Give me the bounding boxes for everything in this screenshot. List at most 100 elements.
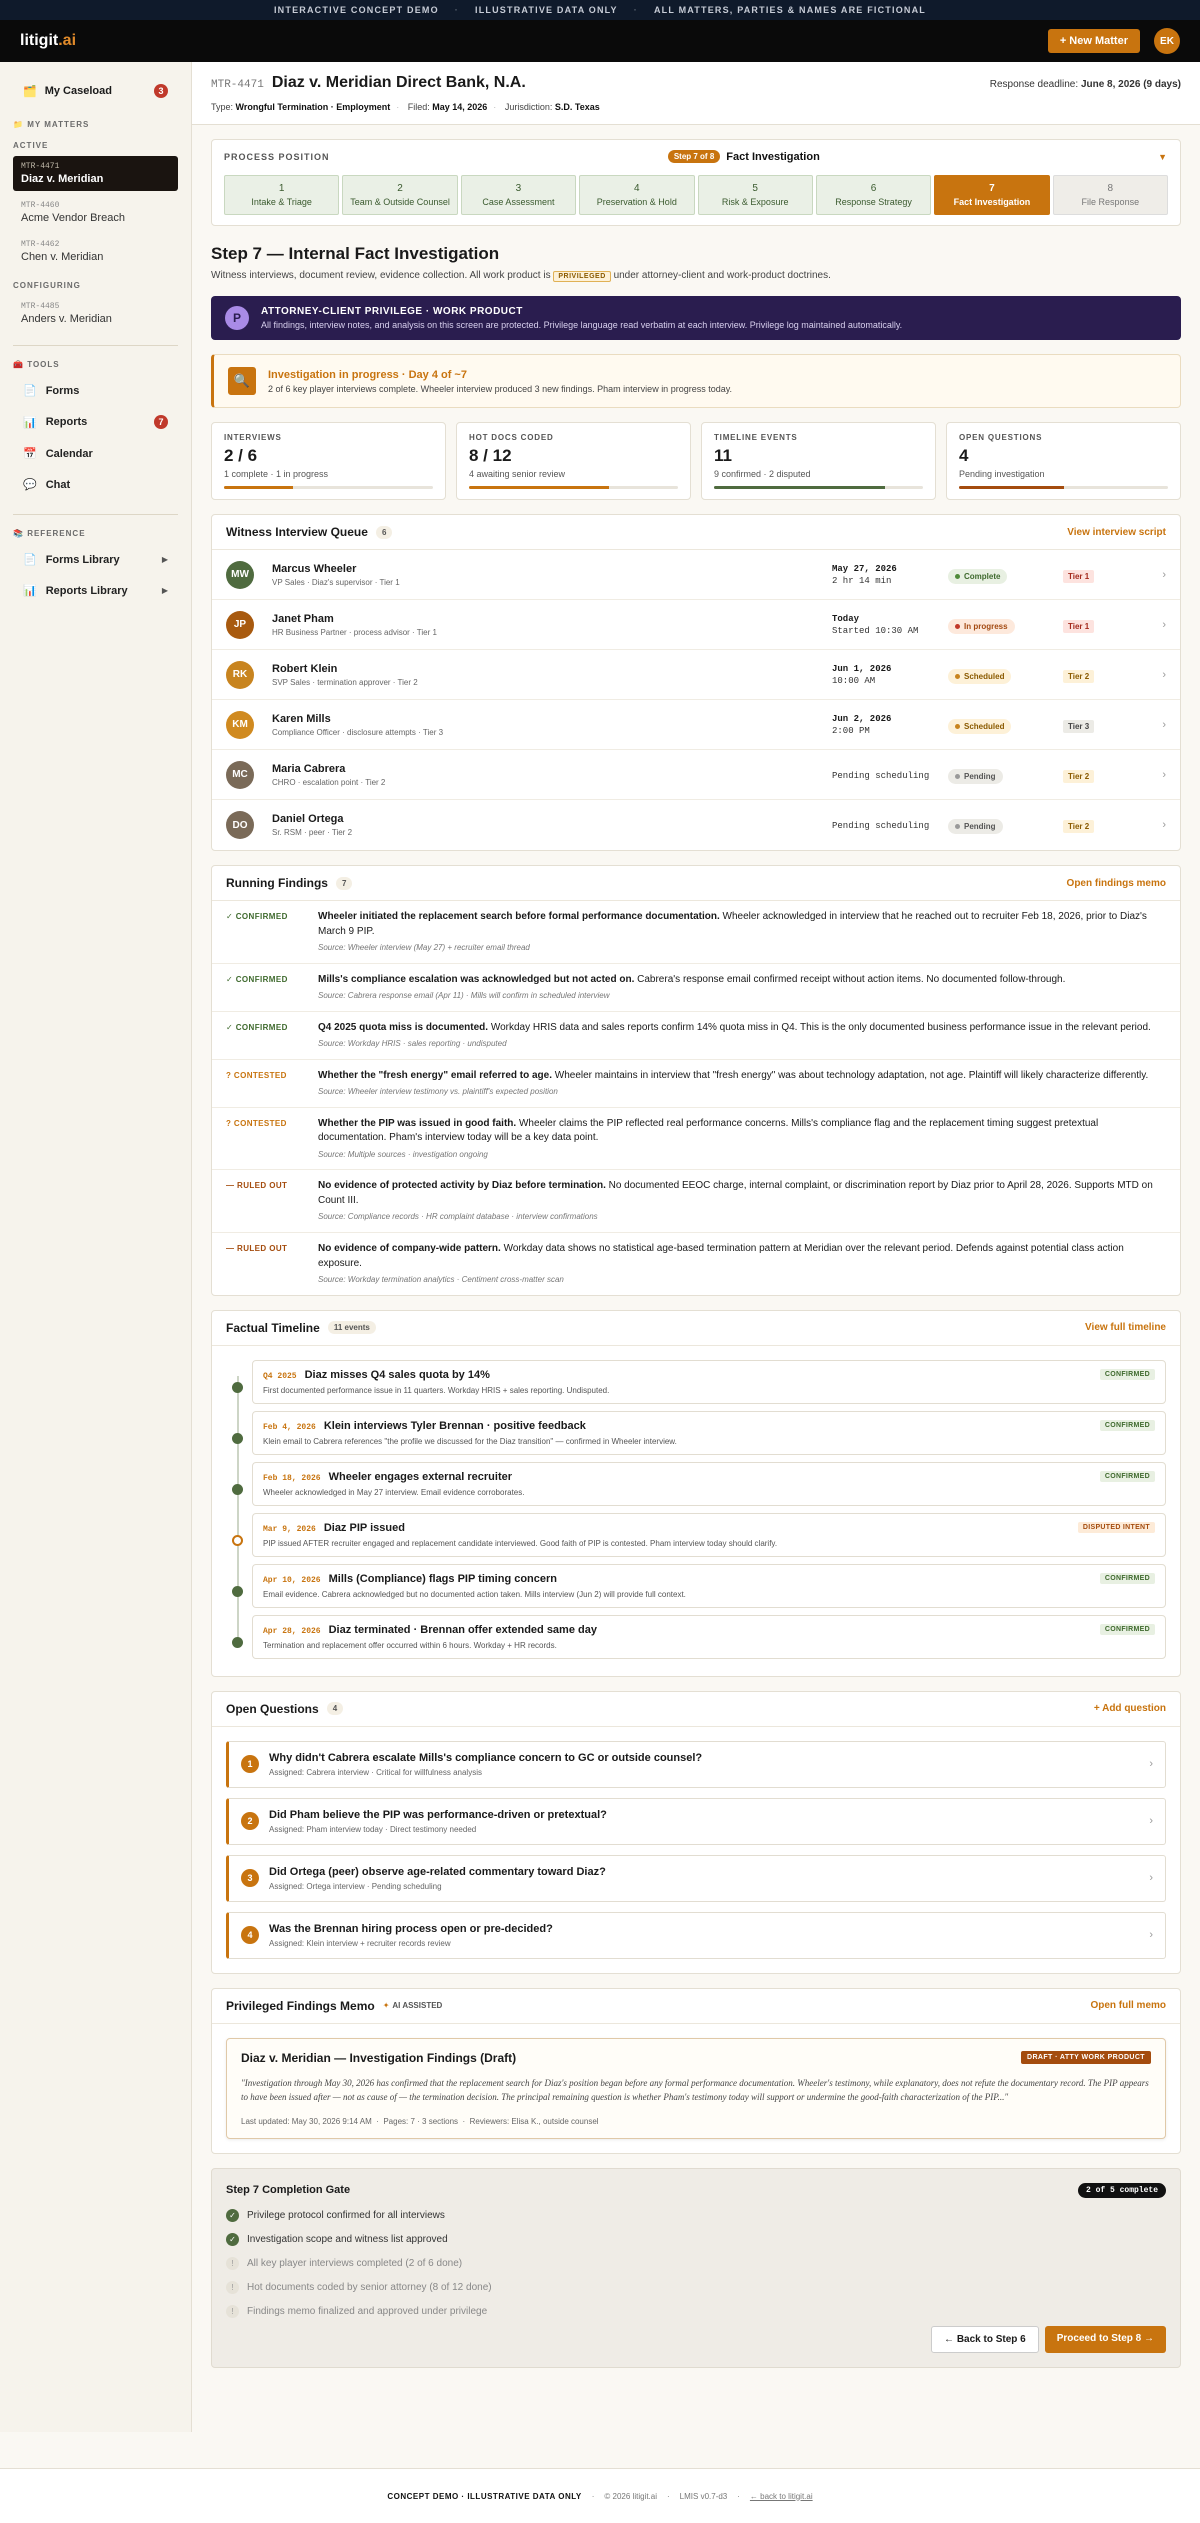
event-status-badge: CONFIRMED <box>1099 1471 1155 1483</box>
app-logo[interactable]: litigit.ai <box>20 32 76 50</box>
question-number: 3 <box>241 1869 259 1888</box>
process-position-panel: PROCESS POSITION Step 7 of 8 Fact Investi… <box>211 139 1181 226</box>
banner-text-2: ILLUSTRATIVE DATA ONLY <box>475 5 618 15</box>
step-number: 7 <box>989 183 995 194</box>
chevron-right-icon[interactable]: › <box>1149 1872 1153 1884</box>
chevron-right-icon[interactable]: › <box>1162 619 1166 631</box>
process-step-7[interactable]: 7 Fact Investigation <box>934 175 1050 215</box>
interview-time: Pending scheduling <box>832 770 930 781</box>
question-item[interactable]: 1 Why didn't Cabrera escalate Mills's com… <box>226 1740 1166 1788</box>
witness-avatar: MC <box>226 760 254 789</box>
gate-item: ! Hot documents coded by senior attorney … <box>226 2280 1166 2294</box>
sidebar-item-forms[interactable]: 📄 Forms <box>13 375 178 406</box>
status-pill: Pending <box>948 819 1003 834</box>
stat-progress-bar <box>714 486 923 489</box>
new-matter-button[interactable]: + New Matter <box>1047 29 1140 53</box>
timeline-event[interactable]: Q4 2025 Diaz misses Q4 sales quota by 14%… <box>226 1359 1166 1404</box>
question-item[interactable]: 4 Was the Brennan hiring process open or … <box>226 1911 1166 1959</box>
witness-row[interactable]: MC Maria Cabrera CHRO · escalation point ·… <box>212 750 1180 800</box>
gate-item-text: All key player interviews completed (2 o… <box>247 2257 463 2269</box>
user-avatar[interactable]: EK <box>1154 28 1180 54</box>
finding-source: Source: Workday termination analytics · … <box>318 1275 564 1285</box>
privilege-icon: P <box>225 306 249 330</box>
proceed-to-step-8-button[interactable]: Proceed to Step 8 → <box>1044 2325 1166 2353</box>
process-step-5[interactable]: 5 Risk & Exposure <box>697 175 813 215</box>
step-title: Step 7 — Internal Fact Investigation <box>211 244 500 263</box>
timeline-event[interactable]: Feb 4, 2026 Klein interviews Tyler Brenna… <box>226 1410 1166 1455</box>
chevron-right-icon[interactable]: › <box>1162 569 1166 581</box>
step-label: Case Assessment <box>482 197 555 207</box>
finding-row: ? CONTESTED Whether the PIP was issued in… <box>212 1108 1180 1171</box>
open-findings-memo-link[interactable]: Open findings memo <box>1067 878 1166 889</box>
witness-date: Pending scheduling <box>832 769 948 781</box>
chevron-right-icon[interactable]: › <box>1162 719 1166 731</box>
add-question-link[interactable]: + Add question <box>1094 1703 1166 1714</box>
sparkle-icon: ✦ <box>382 2001 390 2011</box>
finding-row: ✓ CONFIRMED Wheeler initiated the replace… <box>212 901 1180 964</box>
timeline-event[interactable]: Apr 28, 2026 Diaz terminated · Brennan of… <box>226 1614 1166 1659</box>
collapse-chevron-icon[interactable]: ▼ <box>1158 152 1168 162</box>
witness-row[interactable]: DO Daniel Ortega Sr. RSM · peer · Tier 2 Pe… <box>212 800 1180 850</box>
finding-source: Source: Workday HRIS · sales reporting ·… <box>318 1039 507 1049</box>
process-step-2[interactable]: 2 Team & Outside Counsel <box>342 175 458 215</box>
witness-row[interactable]: KM Karen Mills Compliance Officer · disclo… <box>212 700 1180 750</box>
interview-date: Jun 1, 2026 <box>832 663 892 674</box>
witness-info: Janet Pham HR Business Partner · process … <box>272 613 832 637</box>
process-step-8[interactable]: 8 File Response <box>1052 175 1168 215</box>
witness-row[interactable]: JP Janet Pham HR Business Partner · proces… <box>212 600 1180 650</box>
sidebar-matter-diaz[interactable]: MTR-4471 Diaz v. Meridian <box>13 156 178 191</box>
sidebar-item-chat[interactable]: 💬 Chat <box>13 469 178 500</box>
witness-role: Sr. RSM · peer · Tier 2 <box>272 828 353 837</box>
chevron-right-icon[interactable]: › <box>1162 669 1166 681</box>
timeline-dot <box>232 1381 243 1393</box>
witness-row[interactable]: RK Robert Klein SVP Sales · termination ap… <box>212 650 1180 700</box>
step-label: Response Strategy <box>835 197 912 207</box>
gate-count-badge: 2 of 5 complete <box>1077 2182 1166 2198</box>
sidebar-item-caseload[interactable]: 🗂️ My Caseload 3 <box>13 74 178 108</box>
back-to-site-link[interactable]: ← back to litigit.ai <box>750 2492 813 2501</box>
timeline-event[interactable]: Feb 18, 2026 Wheeler engages external rec… <box>226 1461 1166 1506</box>
event-title: Diaz PIP issued <box>323 1521 405 1534</box>
folder-icon: 🗂️ <box>23 85 37 98</box>
witness-row[interactable]: MW Marcus Wheeler VP Sales · Diaz's superv… <box>212 550 1180 600</box>
active-group-heading: ACTIVE <box>13 141 49 150</box>
view-full-timeline-link[interactable]: View full timeline <box>1085 1322 1166 1333</box>
process-step-3[interactable]: 3 Case Assessment <box>460 175 577 215</box>
sidebar-item-reports-library[interactable]: 📊 Reports Library ▶ <box>13 575 178 606</box>
chat-icon: 💬 <box>23 479 37 491</box>
sidebar-matter-acme[interactable]: MTR-4460 Acme Vendor Breach <box>13 195 178 230</box>
status-text: Complete <box>964 571 1001 581</box>
sidebar-matter-anders[interactable]: MTR-4485 Anders v. Meridian <box>13 296 178 331</box>
interview-date: Today <box>832 613 860 624</box>
process-step-1[interactable]: 1 Intake & Triage <box>224 175 340 215</box>
timeline-event[interactable]: Mar 9, 2026 Diaz PIP issued DISPUTED INTEN… <box>226 1512 1166 1557</box>
sidebar-item-reports[interactable]: 📊 Reports 7 <box>13 406 178 438</box>
expand-arrow-icon: ▶ <box>161 555 168 564</box>
event-title: Diaz terminated · Brennan offer extended… <box>328 1623 597 1636</box>
timeline-dot <box>232 1636 243 1648</box>
findings-memo: Privileged Findings Memo ✦ AI ASSISTED Open… <box>211 1987 1181 2154</box>
process-step-4[interactable]: 4 Preservation & Hold <box>579 175 695 215</box>
interview-date: May 27, 2026 <box>832 563 897 574</box>
question-item[interactable]: 3 Did Ortega (peer) observe age-related c… <box>226 1854 1166 1902</box>
expand-arrow-icon: ▶ <box>161 586 168 595</box>
chevron-right-icon[interactable]: › <box>1149 1758 1153 1770</box>
stat-subtext: 4 awaiting senior review <box>469 469 566 479</box>
chevron-right-icon[interactable]: › <box>1149 1929 1153 1941</box>
sidebar-item-forms-library[interactable]: 📄 Forms Library ▶ <box>13 544 178 575</box>
back-to-step-6-button[interactable]: ← Back to Step 6 <box>931 2325 1039 2353</box>
event-status-badge: CONFIRMED <box>1099 1573 1155 1585</box>
sidebar-matter-chen[interactable]: MTR-4462 Chen v. Meridian <box>13 234 178 269</box>
open-full-memo-link[interactable]: Open full memo <box>1090 2000 1166 2011</box>
memo-preview[interactable]: Diaz v. Meridian — Investigation Finding… <box>226 2037 1166 2139</box>
sidebar-item-calendar[interactable]: 📅 Calendar <box>13 438 178 469</box>
timeline-event[interactable]: Apr 10, 2026 Mills (Compliance) flags PIP… <box>226 1563 1166 1608</box>
event-date: Feb 4, 2026 <box>263 1422 316 1432</box>
question-item[interactable]: 2 Did Pham believe the PIP was performanc… <box>226 1797 1166 1845</box>
process-step-6[interactable]: 6 Response Strategy <box>815 175 932 215</box>
view-interview-script-link[interactable]: View interview script <box>1067 527 1166 538</box>
chevron-right-icon[interactable]: › <box>1162 819 1166 831</box>
chevron-right-icon[interactable]: › <box>1162 769 1166 781</box>
question-text: Did Pham believe the PIP was performance… <box>269 1808 607 1821</box>
chevron-right-icon[interactable]: › <box>1149 1815 1153 1827</box>
